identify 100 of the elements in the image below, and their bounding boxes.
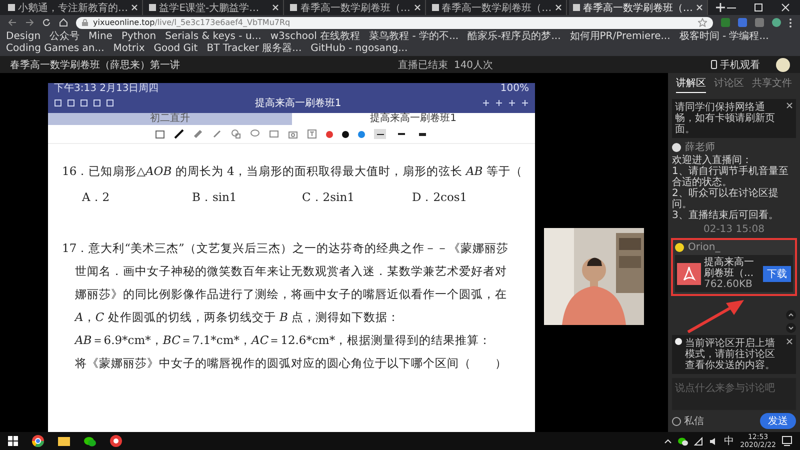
- question-text: 16．已知扇形△AOB 的周长为 4，当扇形的面积取得最大值时，扇形的弦长 AB 等于（: [62, 164, 524, 178]
- bookmark[interactable]: Mine: [88, 31, 112, 43]
- network-icon[interactable]: [694, 436, 704, 446]
- close-icon[interactable]: [554, 4, 562, 11]
- browser-tab[interactable]: 春季高一数学刷卷班（…: [568, 0, 708, 15]
- close-icon[interactable]: [131, 4, 138, 11]
- bookmark[interactable]: Design: [6, 31, 41, 43]
- new-tab-icon[interactable]: [716, 3, 725, 12]
- document-tab[interactable]: 初二直升: [48, 113, 292, 125]
- message-text: 3、直播结束后可回看。: [672, 210, 780, 221]
- notification-icon[interactable]: [782, 436, 792, 446]
- chat-tray-icon[interactable]: [678, 436, 688, 446]
- pages-icon[interactable]: [155, 129, 165, 139]
- text-box-icon[interactable]: [307, 129, 317, 139]
- tip-text: 当前评论区开启上墙模式，请前往讨论区查看你发送的内容。: [685, 338, 776, 371]
- bookmark[interactable]: 公众号: [50, 31, 80, 43]
- bookmark[interactable]: Motrix: [113, 43, 145, 55]
- private-message-checkbox[interactable]: 私信: [672, 414, 704, 428]
- pdf-file-icon: [677, 262, 701, 284]
- pen-color-swatch[interactable]: [342, 130, 349, 138]
- info-icon: [675, 338, 682, 345]
- maximize-icon[interactable]: [754, 3, 763, 12]
- menu-icon[interactable]: [789, 18, 792, 28]
- message-time: 02-13 15:08: [702, 224, 766, 235]
- download-button[interactable]: 下载: [763, 266, 791, 282]
- page-icon: [8, 4, 15, 11]
- windows-start-icon[interactable]: [8, 436, 18, 446]
- app-icon[interactable]: [110, 435, 122, 447]
- question-text: A，C 处作圆弧的切线，两条切线交于 B 点，测得如下数据：: [73, 310, 401, 324]
- send-button[interactable]: 发送: [760, 413, 796, 429]
- bookmark[interactable]: 极客时间 - 学编程...: [679, 31, 769, 43]
- profile-avatar[interactable]: [772, 18, 781, 27]
- sender-name: 薛老师: [685, 142, 715, 153]
- pen-color-swatch[interactable]: [358, 130, 365, 138]
- toolbar-icon[interactable]: [495, 99, 503, 107]
- bookmark[interactable]: 如何用PR/Premiere...: [570, 31, 670, 43]
- sender-name: Orion_: [688, 242, 720, 253]
- home-icon[interactable]: [59, 18, 68, 27]
- scroll-up-icon[interactable]: [786, 310, 796, 320]
- folder-app-icon[interactable]: [58, 436, 70, 446]
- answer-option: A．2: [82, 190, 192, 205]
- tray-expand-icon[interactable]: [664, 438, 672, 444]
- bookmark[interactable]: GitHub - ngosang...: [310, 43, 408, 55]
- bookmark[interactable]: Good Git: [154, 43, 198, 55]
- pen-color-swatch[interactable]: [326, 130, 333, 138]
- live-status: 直播已结束: [398, 58, 448, 72]
- chrome-app-icon[interactable]: [32, 435, 44, 447]
- stroke-width-option[interactable]: [374, 129, 386, 139]
- back-icon[interactable]: [8, 18, 17, 27]
- teacher-avatar: [672, 143, 681, 152]
- page-icon: [572, 4, 580, 11]
- question-text: 将《蒙娜丽莎》中女子的嘴唇视作的圆弧对应的圆心角位于以下哪个区间（ ）: [74, 356, 508, 370]
- question-text: 娜丽莎》的同比例影像作品进行了测绘，将画中女子的嘴唇近似看作一个圆弧，在: [74, 287, 508, 301]
- message-text: 2、听众可以在讨论区提问。: [672, 188, 780, 210]
- chat-app-icon[interactable]: [84, 436, 96, 446]
- panel-tab[interactable]: 讲解区: [676, 76, 706, 93]
- close-icon[interactable]: [696, 4, 704, 11]
- close-icon[interactable]: [272, 4, 280, 11]
- bookmark[interactable]: BT Tracker 服务器...: [206, 43, 302, 55]
- bookmark[interactable]: Serials & keys - u...: [165, 31, 262, 43]
- notice-text: 请同学们保持网络通畅，如有卡顿请刷新页面。: [675, 102, 776, 135]
- question-text: 17．意大利“美术三杰”（文艺复兴后三杰）之一的达芬奇的经典之作－－《蒙娜丽莎: [62, 241, 510, 255]
- message-text: 欢迎进入直播间：: [672, 155, 752, 166]
- close-icon[interactable]: [786, 338, 793, 345]
- message-text: 1、请自行调节手机音量至合适的状态。: [672, 166, 790, 188]
- shapes-icon[interactable]: [231, 129, 241, 139]
- bookmark[interactable]: Coding Games an...: [6, 43, 104, 55]
- toolbar-icon[interactable]: [482, 99, 490, 107]
- reload-icon[interactable]: [42, 18, 51, 27]
- bookmark[interactable]: 菜鸟教程 - 学的不...: [369, 31, 459, 43]
- image-icon[interactable]: [269, 129, 279, 139]
- user-avatar[interactable]: [776, 58, 790, 72]
- message-input[interactable]: 说点什么来参与讨论吧: [672, 378, 796, 410]
- mobile-watch-button[interactable]: 手机观看: [711, 58, 760, 72]
- page-icon: [432, 4, 439, 11]
- course-title: 春季高一数学刷卷班（薛思来）第一讲: [10, 58, 180, 72]
- address-field[interactable]: yixueonline.top/live/l_5e3c173e6aef4_VbTMu7Rq: [76, 16, 713, 28]
- camera-icon[interactable]: [288, 129, 298, 139]
- toolbar-icon[interactable]: [508, 99, 516, 107]
- close-icon[interactable]: [414, 4, 421, 11]
- lock-icon: [82, 19, 88, 26]
- bookmark[interactable]: 酷家乐-程序员的梦...: [468, 31, 561, 43]
- view-count: 140人次: [454, 58, 494, 72]
- close-icon[interactable]: [786, 102, 793, 109]
- input-method-indicator[interactable]: 中: [724, 434, 734, 448]
- star-icon[interactable]: [698, 18, 707, 27]
- lasso-icon[interactable]: [250, 129, 260, 139]
- highlighter-icon[interactable]: [212, 129, 222, 139]
- eraser-icon[interactable]: [193, 129, 203, 139]
- panel-tab[interactable]: 讨论区: [714, 76, 744, 93]
- pen-icon[interactable]: [174, 129, 184, 139]
- forward-icon[interactable]: [25, 18, 34, 27]
- panel-tab[interactable]: 共享文件: [752, 76, 792, 93]
- bookmark[interactable]: Python: [121, 31, 156, 43]
- bookmark[interactable]: w3school 在线教程: [270, 31, 360, 43]
- answer-option: C．2sin1: [302, 190, 412, 205]
- page-icon: [290, 4, 298, 11]
- scroll-down-icon[interactable]: [786, 323, 796, 333]
- toolbar-icon[interactable]: [521, 99, 529, 107]
- answer-option: B．sin1: [192, 190, 302, 205]
